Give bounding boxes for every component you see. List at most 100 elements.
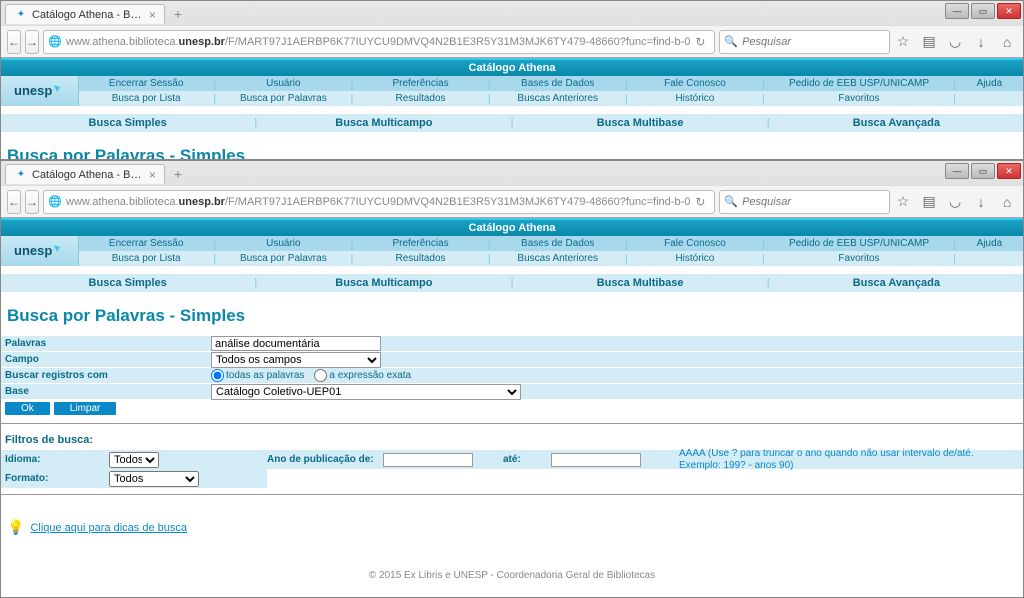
catalog-header: Catálogo Athena	[1, 58, 1023, 76]
maximize-button[interactable]: ▭	[971, 3, 995, 19]
nav-pedido[interactable]: Pedido de EEB USP/UNICAMP	[765, 78, 953, 89]
logo[interactable]: unesp	[1, 76, 79, 106]
nav-favoritos[interactable]: Favoritos	[765, 93, 953, 104]
url-input[interactable]: 🌐 www.athena.biblioteca.unesp.br/F/MART9…	[43, 30, 715, 54]
nav-bases[interactable]: Bases de Dados	[491, 78, 625, 89]
browser-tab[interactable]: ✦ Catálogo Athena - Busca Si... ×	[5, 164, 165, 184]
nav-historico[interactable]: Histórico	[628, 93, 762, 104]
footer: © 2015 Ex Libris e UNESP - Coordenadoria…	[1, 554, 1023, 597]
search-box[interactable]: 🔍	[719, 30, 890, 54]
input-palavras[interactable]	[211, 336, 381, 351]
download-icon[interactable]: ↓	[972, 193, 990, 211]
input-ano-de[interactable]	[383, 453, 473, 467]
star-icon[interactable]: ☆	[894, 33, 912, 51]
subnav-simples[interactable]: Busca Simples	[1, 277, 254, 289]
pocket-icon[interactable]: ◡	[946, 33, 964, 51]
nav-palavras[interactable]: Busca por Palavras	[216, 253, 350, 264]
nav-encerrar[interactable]: Encerrar Sessão	[79, 78, 213, 89]
nav-pedido[interactable]: Pedido de EEB USP/UNICAMP	[765, 238, 953, 249]
ok-button[interactable]: Ok	[5, 402, 50, 415]
label-campo: Campo	[1, 354, 211, 365]
back-button[interactable]: ←	[7, 30, 21, 54]
pocket-icon[interactable]: ◡	[946, 193, 964, 211]
radio-exata-input[interactable]	[314, 369, 327, 382]
tab-favicon-icon: ✦	[14, 8, 28, 22]
nav-fale[interactable]: Fale Conosco	[628, 78, 762, 89]
subnav-multicampo[interactable]: Busca Multicampo	[257, 277, 510, 289]
star-icon[interactable]: ☆	[894, 193, 912, 211]
search-icon: 🔍	[724, 195, 738, 208]
close-button[interactable]: ✕	[997, 163, 1021, 179]
subnav-avancada[interactable]: Busca Avançada	[770, 117, 1023, 129]
forward-button[interactable]: →	[25, 190, 39, 214]
reload-icon[interactable]: ↻	[690, 35, 710, 49]
nav-resultados[interactable]: Resultados	[353, 253, 487, 264]
select-base[interactable]: Catálogo Coletivo-UEP01	[211, 384, 521, 400]
forward-button[interactable]: →	[25, 30, 39, 54]
maximize-button[interactable]: ▭	[971, 163, 995, 179]
nav-palavras[interactable]: Busca por Palavras	[216, 93, 350, 104]
unesp-logo-icon: unesp	[10, 77, 70, 105]
select-idioma[interactable]: Todos	[109, 452, 159, 468]
new-tab-button[interactable]: +	[167, 165, 189, 183]
subnav-multicampo[interactable]: Busca Multicampo	[257, 117, 510, 129]
home-icon[interactable]: ⌂	[998, 193, 1016, 211]
select-campo[interactable]: Todos os campos	[211, 352, 381, 368]
nav-lista[interactable]: Busca por Lista	[79, 253, 213, 264]
nav-preferencias[interactable]: Preferências	[353, 78, 487, 89]
nav-anteriores[interactable]: Buscas Anteriores	[491, 253, 625, 264]
home-icon[interactable]: ⌂	[998, 33, 1016, 51]
tips-link[interactable]: Clique aqui para dicas de busca	[30, 522, 187, 534]
download-icon[interactable]: ↓	[972, 33, 990, 51]
logo[interactable]: unesp	[1, 236, 79, 266]
back-button[interactable]: ←	[7, 190, 21, 214]
limpar-button[interactable]: Limpar	[54, 402, 117, 415]
page-content-2: Catálogo Athena unesp Encerrar Sessão| U…	[1, 218, 1023, 597]
browser-search-input[interactable]	[742, 36, 885, 48]
minimize-button[interactable]: —	[945, 163, 969, 179]
clipboard-icon[interactable]: ▤	[920, 33, 938, 51]
new-tab-button[interactable]: +	[167, 5, 189, 23]
nav-encerrar[interactable]: Encerrar Sessão	[79, 238, 213, 249]
nav-ajuda[interactable]: Ajuda	[956, 78, 1023, 89]
nav-lista[interactable]: Busca por Lista	[79, 93, 213, 104]
select-formato[interactable]: Todos	[109, 471, 199, 487]
browser-chrome: ✦ Catálogo Athena - Busca Si... × + ← → …	[1, 1, 1023, 58]
nav-historico[interactable]: Histórico	[628, 253, 762, 264]
radio-exata[interactable]: a expressão exata	[314, 369, 411, 382]
nav-usuario[interactable]: Usuário	[216, 238, 350, 249]
browser-chrome-2: ✦ Catálogo Athena - Busca Si... × + ← → …	[1, 161, 1023, 218]
subnav-simples[interactable]: Busca Simples	[1, 117, 254, 129]
url-text: www.athena.biblioteca.unesp.br/F/MART97J…	[66, 36, 690, 48]
close-button[interactable]: ✕	[997, 3, 1021, 19]
nav-favoritos[interactable]: Favoritos	[765, 253, 953, 264]
row-formato: Formato: Todos	[1, 469, 1023, 488]
button-row: Ok Limpar	[1, 400, 1023, 417]
radio-todas-input[interactable]	[211, 369, 224, 382]
minimize-button[interactable]: —	[945, 3, 969, 19]
nav-usuario[interactable]: Usuário	[216, 78, 350, 89]
tab-close-icon[interactable]: ×	[149, 8, 156, 22]
radio-todas[interactable]: todas as palavras	[211, 369, 304, 382]
input-ano-ate[interactable]	[551, 453, 641, 467]
subnav-multibase[interactable]: Busca Multibase	[513, 117, 766, 129]
tab-close-icon[interactable]: ×	[149, 168, 156, 182]
nav-preferencias[interactable]: Preferências	[353, 238, 487, 249]
nav-ajuda[interactable]: Ajuda	[956, 238, 1023, 249]
sub-nav: Busca Simples| Busca Multicampo| Busca M…	[1, 114, 1023, 132]
search-box[interactable]: 🔍	[719, 190, 890, 214]
browser-search-input[interactable]	[742, 196, 885, 208]
clipboard-icon[interactable]: ▤	[920, 193, 938, 211]
search-icon: 🔍	[724, 35, 738, 48]
nav-fale[interactable]: Fale Conosco	[628, 238, 762, 249]
nav-resultados[interactable]: Resultados	[353, 93, 487, 104]
nav-anteriores[interactable]: Buscas Anteriores	[491, 93, 625, 104]
nav-rows: Encerrar Sessão| Usuário| Preferências| …	[79, 236, 1023, 266]
nav-row-2: Busca por Lista| Busca por Palavras| Res…	[79, 251, 1023, 266]
nav-bases[interactable]: Bases de Dados	[491, 238, 625, 249]
reload-icon[interactable]: ↻	[690, 195, 710, 209]
subnav-avancada[interactable]: Busca Avançada	[770, 277, 1023, 289]
subnav-multibase[interactable]: Busca Multibase	[513, 277, 766, 289]
url-input[interactable]: 🌐 www.athena.biblioteca.unesp.br/F/MART9…	[43, 190, 715, 214]
browser-tab[interactable]: ✦ Catálogo Athena - Busca Si... ×	[5, 4, 165, 24]
